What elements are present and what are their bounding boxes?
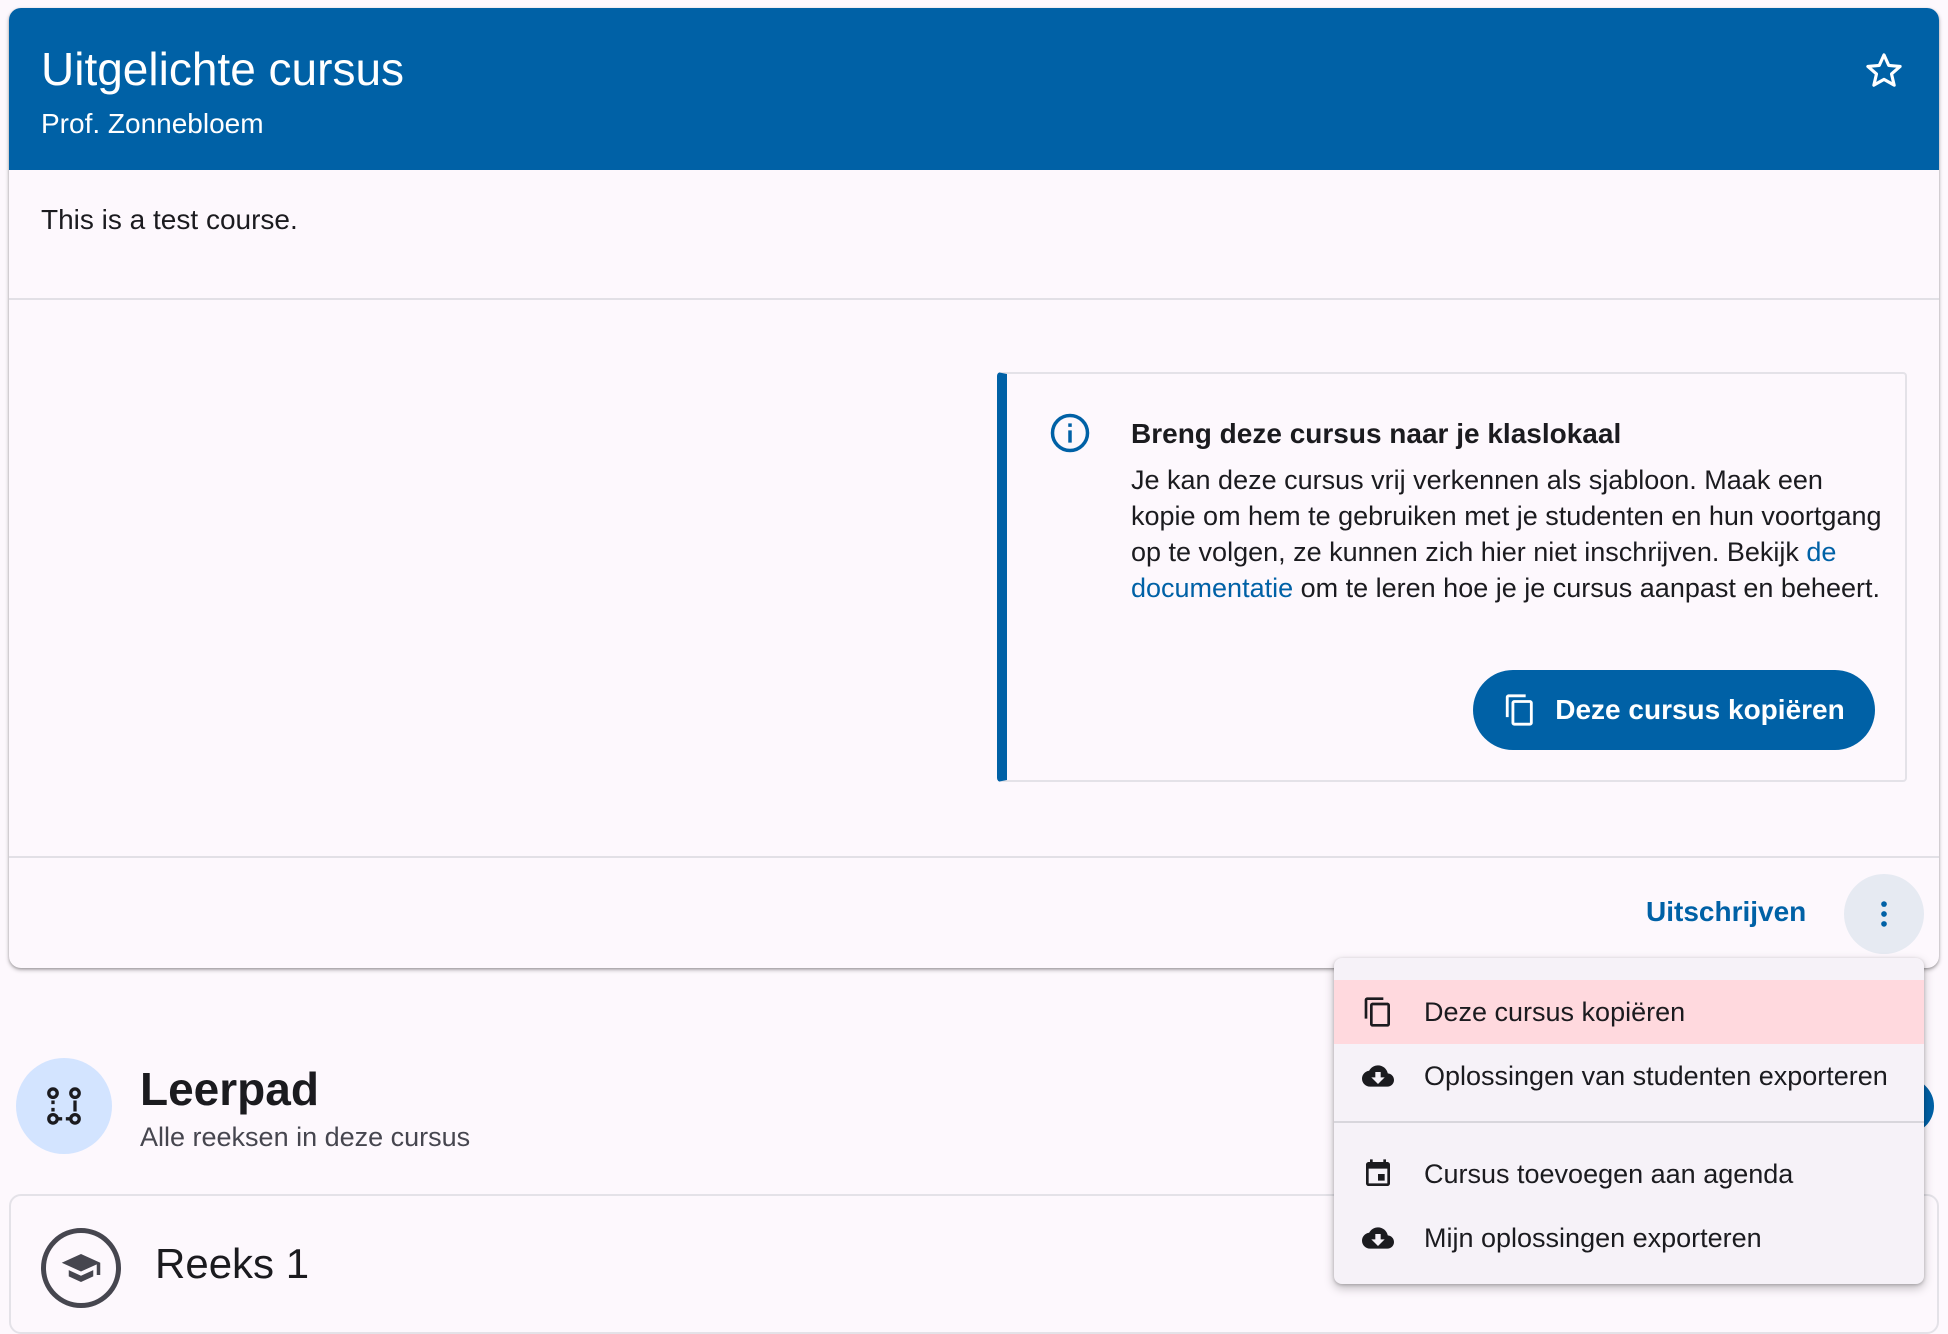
info-body-text-end: om te leren hoe je je cursus aanpast en … xyxy=(1293,573,1880,603)
menu-item-copy-course[interactable]: Deze cursus kopiëren xyxy=(1334,980,1924,1044)
menu-item-export-student-solutions[interactable]: Oplossingen van studenten exporteren xyxy=(1334,1044,1924,1108)
copy-course-button-label: Deze cursus kopiëren xyxy=(1555,694,1845,725)
course-header: Uitgelichte cursus Prof. Zonnebloem xyxy=(9,8,1939,170)
menu-item-label: Mijn oplossingen exporteren xyxy=(1424,1222,1762,1253)
menu-item-add-to-calendar[interactable]: Cursus toevoegen aan agenda xyxy=(1334,1142,1924,1206)
info-body: Je kan deze cursus vrij verkennen als sj… xyxy=(1131,462,1891,606)
learning-path-avatar xyxy=(16,1058,112,1154)
copy-icon xyxy=(1506,694,1534,726)
menu-item-export-my-solutions[interactable]: Mijn oplossingen exporteren xyxy=(1334,1206,1924,1270)
menu-divider xyxy=(1334,1121,1924,1123)
cloud-download-icon xyxy=(1362,1060,1394,1092)
copy-course-button[interactable]: Deze cursus kopiëren xyxy=(1473,670,1875,750)
course-card: Uitgelichte cursus Prof. Zonnebloem This… xyxy=(9,8,1939,968)
course-teacher: Prof. Zonnebloem xyxy=(41,108,264,139)
calendar-icon xyxy=(1362,1158,1394,1190)
course-options-menu: Deze cursus kopiëren Oplossingen van stu… xyxy=(1334,958,1924,1284)
more-options-button[interactable] xyxy=(1844,874,1924,954)
template-info-box: Breng deze cursus naar je klaslokaal Je … xyxy=(997,372,1907,782)
star-icon xyxy=(1866,53,1902,87)
course-description: This is a test course. xyxy=(41,204,298,235)
menu-item-label: Cursus toevoegen aan agenda xyxy=(1424,1158,1794,1189)
info-body-text: Je kan deze cursus vrij verkennen als sj… xyxy=(1131,465,1882,567)
menu-item-label: Oplossingen van studenten exporteren xyxy=(1424,1060,1888,1091)
menu-item-label: Deze cursus kopiëren xyxy=(1424,996,1686,1027)
series-title: Reeks 1 xyxy=(155,1240,310,1287)
route-icon xyxy=(47,1087,81,1125)
more-vert-icon xyxy=(1881,901,1887,927)
info-icon xyxy=(1050,413,1090,453)
course-title: Uitgelichte cursus xyxy=(41,43,405,95)
learning-path-title: Leerpad xyxy=(140,1063,319,1115)
favorite-button[interactable] xyxy=(1857,44,1911,98)
graduation-cap-icon xyxy=(41,1228,121,1308)
divider xyxy=(9,298,1939,300)
unsubscribe-button[interactable]: Uitschrijven xyxy=(1646,896,1806,928)
cloud-download-icon xyxy=(1362,1222,1394,1254)
learning-path-subtitle: Alle reeksen in deze cursus xyxy=(140,1122,471,1152)
divider xyxy=(9,856,1939,858)
info-title: Breng deze cursus naar je klaslokaal xyxy=(1131,418,1622,449)
copy-icon xyxy=(1362,996,1394,1028)
